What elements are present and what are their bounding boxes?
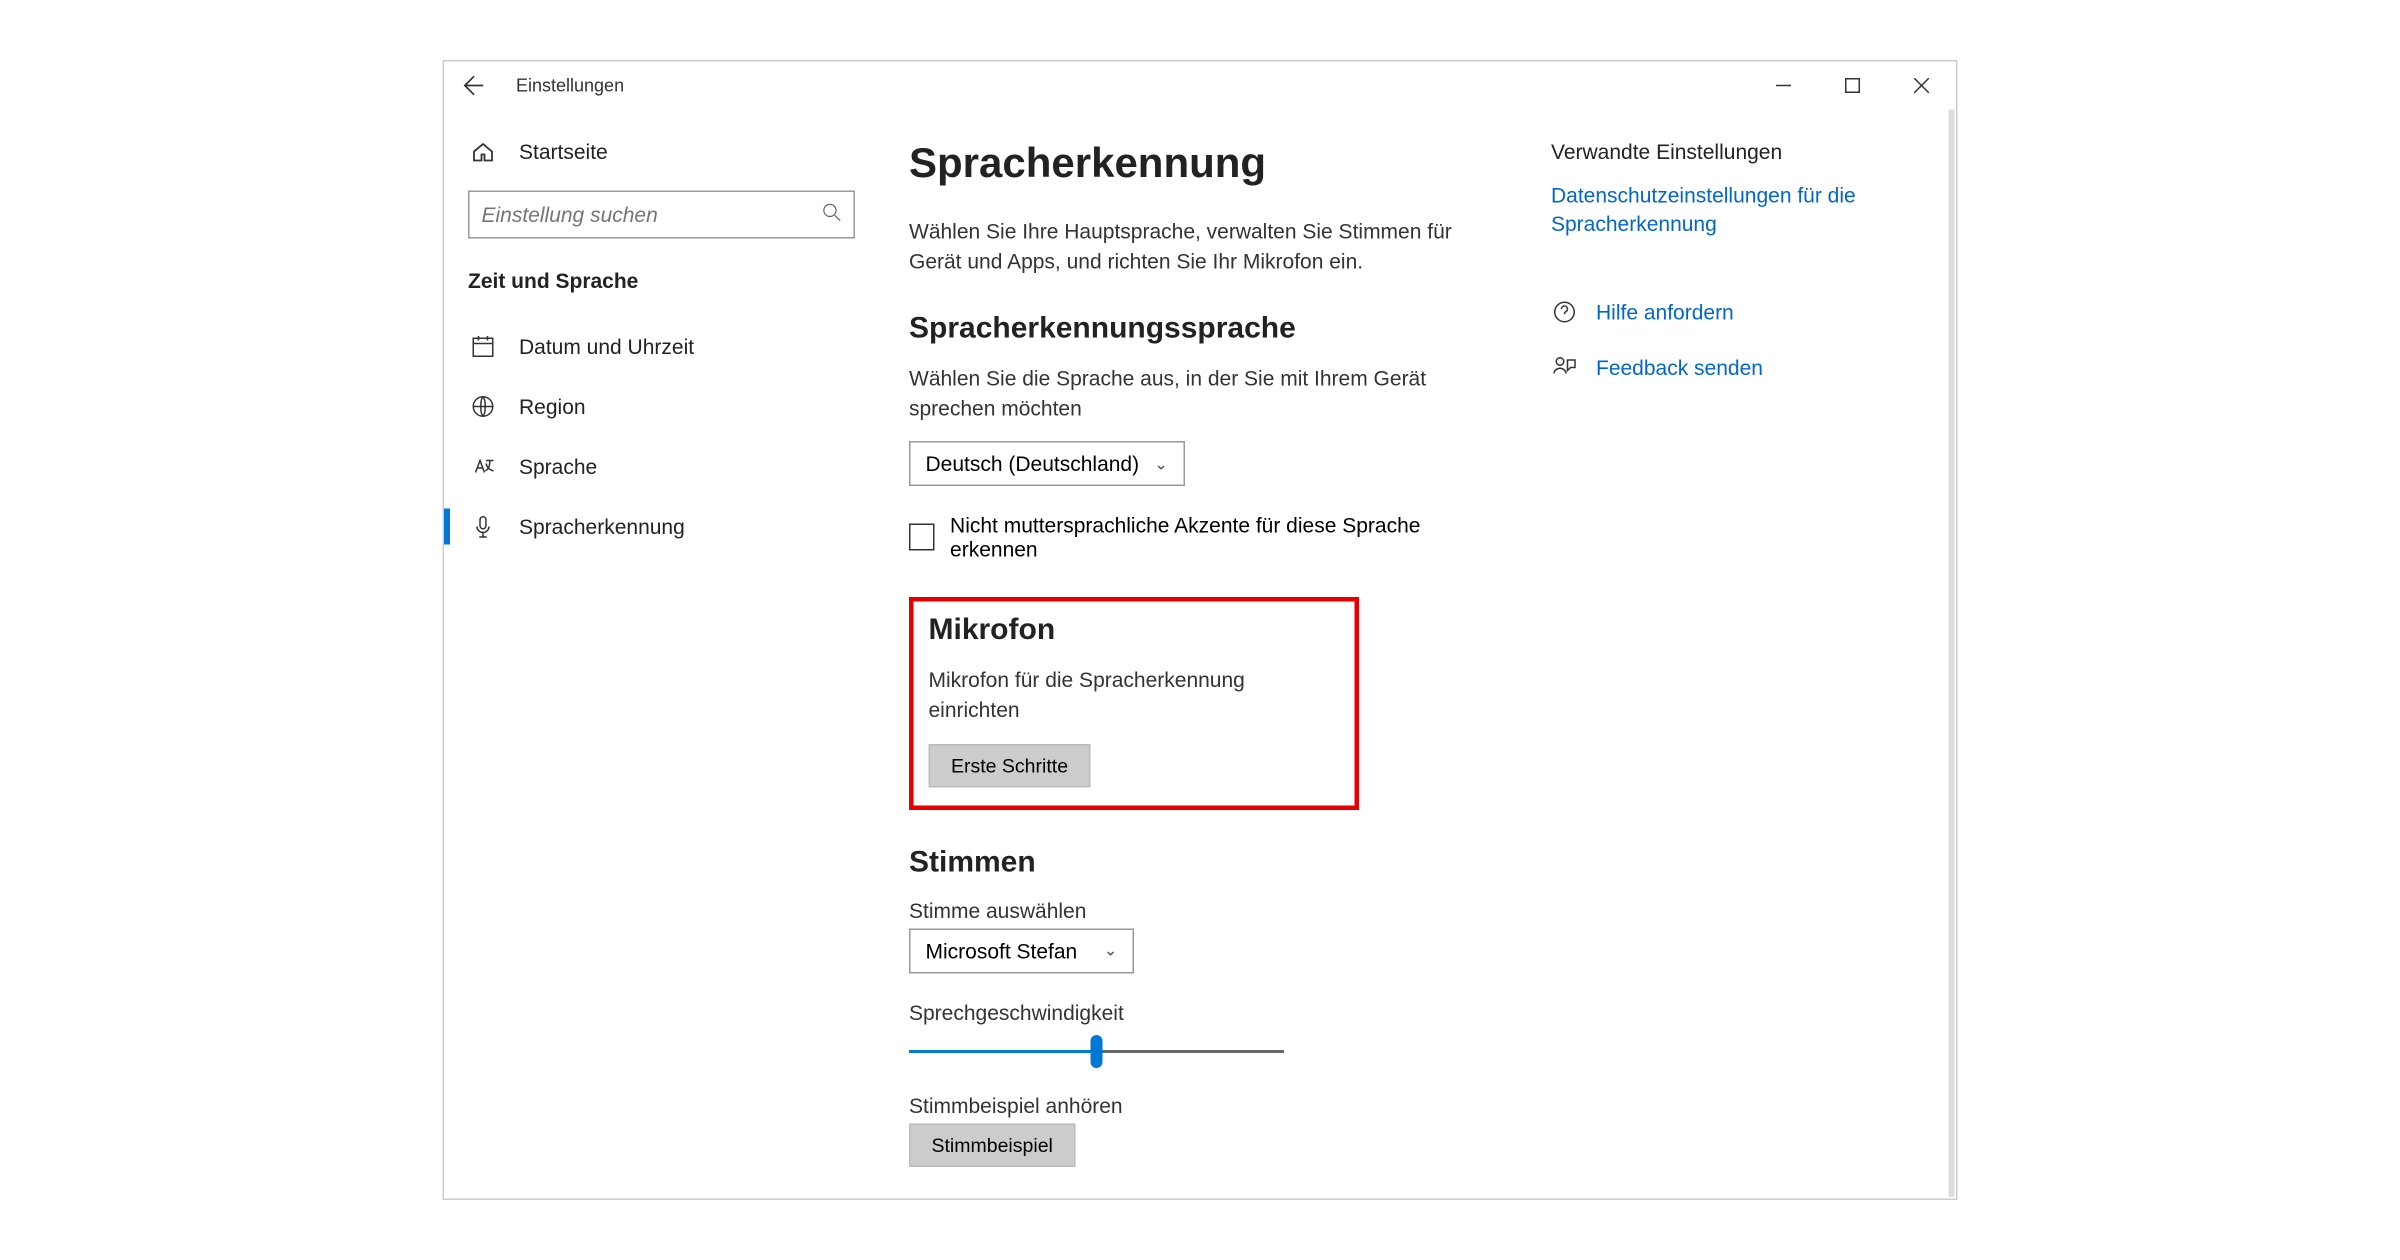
voice-sample-button[interactable]: Stimmbeispiel [909, 1123, 1075, 1167]
accent-checkbox-label: Nicht muttersprachliche Akzente für dies… [950, 514, 1491, 562]
microphone-highlight-box: Mikrofon Mikrofon für die Spracherkennun… [909, 598, 1359, 810]
related-aside: Verwandte Einstellungen Datenschutzeinst… [1551, 140, 1896, 1169]
page-title: Spracherkennung [909, 140, 1491, 188]
speed-label: Sprechgeschwindigkeit [909, 1000, 1491, 1024]
titlebar: Einstellungen [444, 62, 1956, 110]
mic-setup-button[interactable]: Erste Schritte [929, 743, 1091, 787]
search-input[interactable] [482, 203, 823, 227]
microphone-icon [468, 515, 498, 539]
close-button[interactable] [1887, 62, 1956, 110]
language-dropdown[interactable]: Deutsch (Deutschland) ⌄ [909, 442, 1184, 487]
slider-fill [909, 1049, 1097, 1052]
lang-heading: Spracherkennungssprache [909, 312, 1491, 347]
minimize-icon [1776, 78, 1791, 93]
intro-text: Wählen Sie Ihre Hauptsprache, verwalten … [909, 218, 1491, 277]
help-icon [1551, 300, 1578, 324]
back-button[interactable] [444, 75, 504, 96]
sidebar-item-language[interactable]: Sprache [444, 437, 879, 497]
slider-thumb[interactable] [1091, 1034, 1103, 1067]
sidebar: Startseite Zeit und Sprache Datum und Uh… [444, 110, 879, 1199]
language-dropdown-value: Deutsch (Deutschland) [926, 452, 1140, 476]
chevron-down-icon: ⌄ [1154, 454, 1168, 474]
maximize-button[interactable] [1818, 62, 1887, 110]
accent-checkbox-row[interactable]: Nicht muttersprachliche Akzente für dies… [909, 514, 1491, 562]
sidebar-home[interactable]: Startseite [444, 125, 879, 179]
home-icon [468, 140, 498, 164]
arrow-left-icon [464, 75, 485, 96]
privacy-link[interactable]: Datenschutzeinstellungen für die Sprache… [1551, 182, 1896, 239]
sidebar-item-speech-recognition[interactable]: Spracherkennung [444, 497, 879, 557]
voices-heading: Stimmen [909, 845, 1491, 880]
voice-dropdown[interactable]: Microsoft Stefan ⌄ [909, 928, 1134, 973]
search-input-wrapper[interactable] [468, 191, 855, 239]
language-icon [468, 455, 498, 479]
help-link[interactable]: Hilfe anfordern [1596, 298, 1734, 326]
window-title: Einstellungen [504, 75, 624, 96]
sample-label: Stimmbeispiel anhören [909, 1093, 1491, 1117]
related-heading: Verwandte Einstellungen [1551, 140, 1896, 164]
voice-select-label: Stimme auswählen [909, 898, 1491, 922]
sidebar-item-label: Sprache [519, 455, 597, 479]
main-content: Spracherkennung Wählen Sie Ihre Hauptspr… [879, 110, 1956, 1199]
sidebar-item-region[interactable]: Region [444, 377, 879, 437]
maximize-icon [1845, 78, 1860, 93]
settings-window: Einstellungen Startseite [443, 60, 1958, 1200]
chevron-down-icon: ⌄ [1104, 941, 1118, 961]
globe-icon [468, 395, 498, 419]
sidebar-item-label: Region [519, 395, 586, 419]
feedback-icon [1551, 356, 1578, 380]
sidebar-category: Zeit und Sprache [444, 263, 879, 317]
sidebar-home-label: Startseite [519, 140, 608, 164]
voice-dropdown-value: Microsoft Stefan [926, 938, 1078, 962]
lang-desc: Wählen Sie die Sprache aus, in der Sie m… [909, 365, 1491, 424]
sidebar-item-label: Spracherkennung [519, 515, 685, 539]
close-icon [1914, 78, 1929, 93]
search-icon [822, 203, 842, 227]
feedback-link[interactable]: Feedback senden [1596, 354, 1763, 382]
calendar-icon [468, 335, 498, 359]
minimize-button[interactable] [1749, 62, 1818, 110]
speed-slider[interactable] [909, 1036, 1284, 1066]
mic-heading: Mikrofon [929, 614, 1340, 649]
sidebar-item-date-time[interactable]: Datum und Uhrzeit [444, 317, 879, 377]
scrollbar[interactable] [1949, 110, 1955, 1198]
mic-desc: Mikrofon für die Spracherkennung einrich… [929, 667, 1340, 726]
checkbox-icon [909, 524, 935, 551]
sidebar-item-label: Datum und Uhrzeit [519, 335, 694, 359]
